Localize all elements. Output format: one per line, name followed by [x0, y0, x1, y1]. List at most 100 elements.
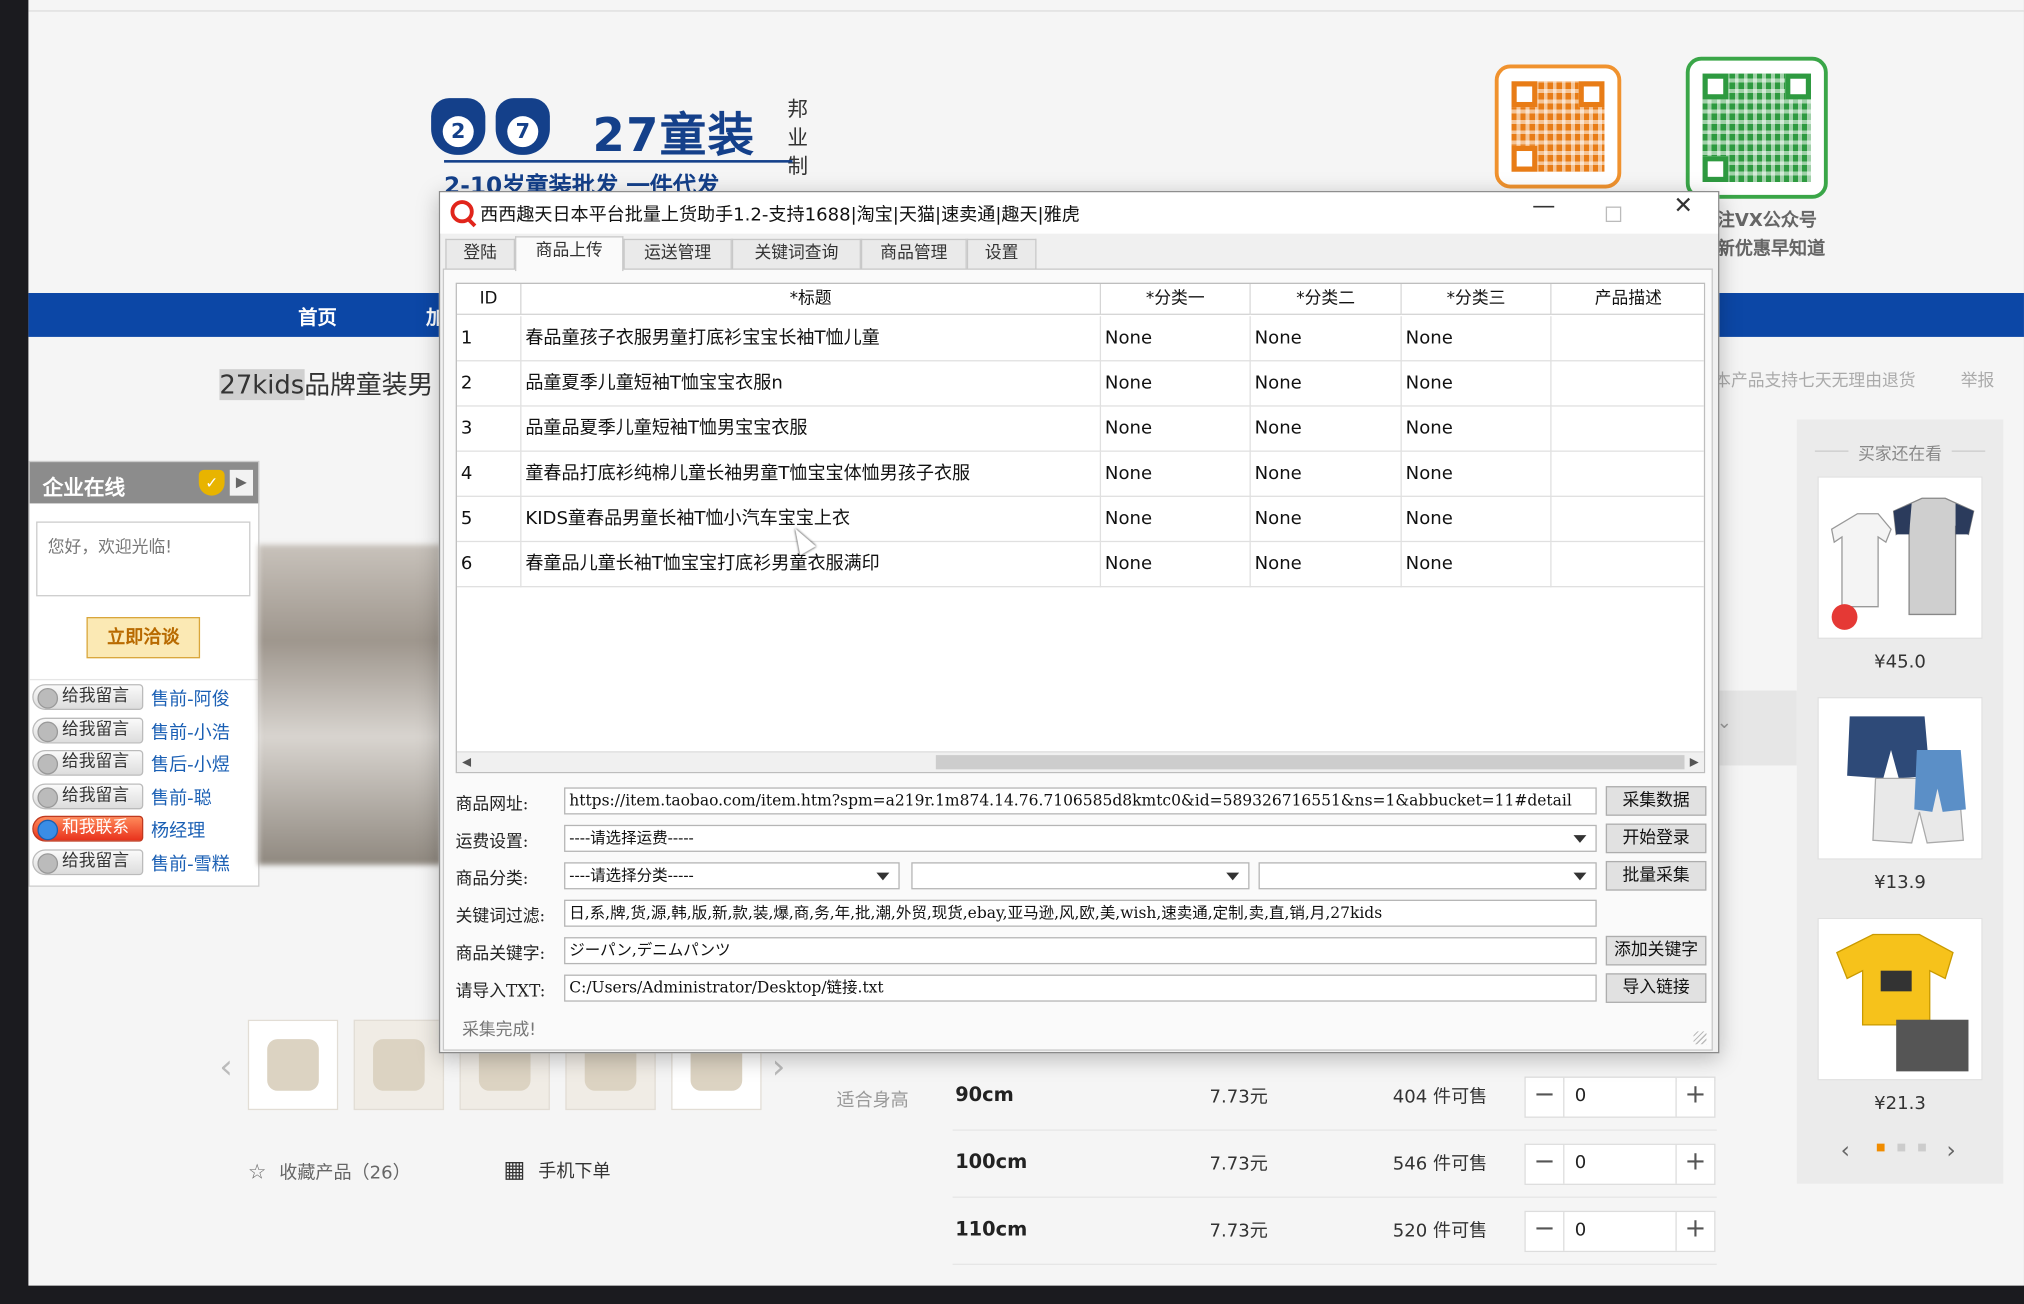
- message-button[interactable]: 给我留言: [32, 848, 144, 875]
- table-cell-c3[interactable]: None: [1402, 496, 1552, 543]
- table-cell-id[interactable]: 3: [457, 406, 522, 452]
- batch-collect-button[interactable]: 批量采集: [1605, 860, 1707, 891]
- table-row[interactable]: 4 童春品打底衫纯棉儿童长袖男童T恤宝宝体恤男孩子衣服 None None None: [456, 451, 1704, 497]
- resize-grip[interactable]: [1693, 1031, 1707, 1045]
- tab-1[interactable]: 商品上传: [515, 236, 624, 272]
- table-cell-c1[interactable]: None: [1101, 451, 1251, 497]
- table-cell-title[interactable]: 品童夏季儿童短袖T恤宝宝衣服n: [521, 361, 1102, 407]
- scroll-right-icon[interactable]: ▶: [1690, 753, 1699, 772]
- table-cell-c1[interactable]: None: [1101, 496, 1251, 543]
- message-button[interactable]: 给我留言: [32, 782, 144, 809]
- table-cell-c2[interactable]: None: [1251, 361, 1402, 407]
- tab-3[interactable]: 关键词查询: [731, 238, 861, 270]
- reco-item-image[interactable]: [1817, 917, 1983, 1081]
- minus-icon[interactable]: −: [1526, 1144, 1565, 1184]
- table-row[interactable]: 5 KIDS童春品男童长袖T恤小汽车宝宝上衣 None None None: [456, 496, 1704, 543]
- thumb-prev-icon[interactable]: ‹: [219, 1048, 232, 1087]
- table-cell-c1[interactable]: None: [1101, 542, 1251, 588]
- scrollbar-thumb[interactable]: [935, 755, 1685, 770]
- staff-name[interactable]: 售后-小煜: [151, 751, 230, 777]
- reco-item-image[interactable]: [1817, 697, 1983, 860]
- keyword-filter-input[interactable]: 日,系,牌,货,源,韩,版,新,款,装,爆,商,务,年,批,潮,外贸,现货,eb…: [564, 899, 1597, 927]
- category-select-1[interactable]: ----请选择分类-----: [564, 862, 900, 890]
- minimize-button[interactable]: —: [1509, 192, 1579, 233]
- column-header[interactable]: ID: [456, 283, 522, 315]
- table-cell-c2[interactable]: None: [1251, 496, 1402, 543]
- plus-icon[interactable]: +: [1675, 1212, 1714, 1251]
- horizontal-scrollbar[interactable]: ◀ ▶: [456, 751, 1704, 772]
- column-header[interactable]: *标题: [521, 283, 1102, 315]
- table-cell-title[interactable]: KIDS童春品男童长袖T恤小汽车宝宝上衣: [521, 496, 1102, 543]
- add-keyword-button[interactable]: 添加关键字: [1605, 935, 1707, 966]
- category-select-3[interactable]: [1258, 862, 1597, 890]
- plus-icon[interactable]: +: [1675, 1144, 1714, 1184]
- table-row[interactable]: 1 春品童孩子衣服男童打底衫宝宝长袖T恤儿童 None None None: [456, 316, 1704, 362]
- url-input[interactable]: https://item.taobao.com/item.htm?spm=a21…: [564, 787, 1597, 815]
- chat-now-button[interactable]: 立即洽谈: [86, 617, 201, 659]
- report-link[interactable]: 举报: [1961, 367, 1995, 391]
- staff-name[interactable]: 售前-聪: [151, 784, 212, 810]
- message-button[interactable]: 给我留言: [32, 717, 144, 743]
- reco-item-image[interactable]: [1817, 476, 1983, 639]
- table-cell-c3[interactable]: None: [1402, 542, 1552, 588]
- staff-name[interactable]: 售前-阿俊: [151, 685, 230, 711]
- tab-0[interactable]: 登陆: [445, 238, 516, 270]
- reco-next-icon[interactable]: ›: [1947, 1137, 1956, 1164]
- close-button[interactable]: ✕: [1648, 192, 1718, 233]
- table-cell-title[interactable]: 童春品打底衫纯棉儿童长袖男童T恤宝宝体恤男孩子衣服: [521, 451, 1102, 497]
- table-cell-title[interactable]: 春品童孩子衣服男童打底衫宝宝长袖T恤儿童: [521, 316, 1102, 362]
- table-cell-desc[interactable]: [1552, 542, 1704, 587]
- product-keyword-input[interactable]: ジーパン,デニムパンツ: [564, 937, 1597, 965]
- minus-icon[interactable]: −: [1526, 1212, 1565, 1251]
- tab-4[interactable]: 商品管理: [860, 238, 967, 270]
- category-select-2[interactable]: [911, 862, 1250, 890]
- maximize-button[interactable]: [1579, 192, 1649, 233]
- table-cell-c2[interactable]: None: [1251, 451, 1402, 497]
- collapse-arrow-icon[interactable]: ▶: [229, 469, 253, 496]
- staff-name[interactable]: 售前-小浩: [151, 718, 230, 744]
- product-thumbnail[interactable]: [353, 1019, 445, 1111]
- window-titlebar[interactable]: 西西趣天日本平台批量上货助手1.2-支持1688|淘宝|天猫|速卖通|趣天|雅虎…: [440, 192, 1719, 234]
- start-login-button[interactable]: 开始登录: [1605, 823, 1707, 854]
- import-links-button[interactable]: 导入链接: [1605, 973, 1707, 1003]
- table-cell-title[interactable]: 品童品夏季儿童短袖T恤男宝宝衣服: [521, 406, 1102, 452]
- table-cell-id[interactable]: 2: [457, 361, 522, 407]
- table-cell-c3[interactable]: None: [1402, 451, 1552, 497]
- table-cell-c2[interactable]: None: [1251, 406, 1402, 452]
- table-row[interactable]: 3 品童品夏季儿童短袖T恤男宝宝衣服 None None None: [456, 406, 1704, 452]
- staff-name[interactable]: 售前-雪糕: [151, 850, 230, 876]
- table-cell-c1[interactable]: None: [1101, 406, 1251, 452]
- staff-name[interactable]: 杨经理: [151, 817, 205, 843]
- table-cell-c1[interactable]: None: [1101, 361, 1251, 407]
- thumb-next-icon[interactable]: ›: [772, 1048, 785, 1087]
- message-button[interactable]: 给我留言: [32, 684, 144, 710]
- message-button[interactable]: 给我留言: [32, 749, 144, 776]
- table-cell-desc[interactable]: [1552, 407, 1704, 452]
- column-header[interactable]: *分类三: [1401, 283, 1552, 315]
- table-cell-c3[interactable]: None: [1402, 316, 1552, 362]
- table-cell-id[interactable]: 4: [457, 451, 522, 497]
- shipping-select[interactable]: ----请选择运费-----: [564, 824, 1597, 852]
- table-cell-id[interactable]: 6: [457, 542, 522, 588]
- quantity-input[interactable]: 0: [1575, 1220, 1587, 1241]
- table-cell-id[interactable]: 1: [457, 316, 522, 362]
- minus-icon[interactable]: −: [1526, 1077, 1565, 1117]
- nav-home[interactable]: 首页: [298, 303, 337, 330]
- table-cell-c3[interactable]: None: [1402, 361, 1552, 407]
- quantity-input[interactable]: 0: [1575, 1153, 1587, 1174]
- message-button[interactable]: 和我联系: [32, 815, 144, 842]
- table-cell-title[interactable]: 春童品儿童长袖T恤宝宝打底衫男童衣服满印: [521, 542, 1102, 588]
- tab-2[interactable]: 运送管理: [623, 238, 732, 270]
- mobile-order[interactable]: ▦ 手机下单: [503, 1157, 610, 1184]
- table-cell-c3[interactable]: None: [1402, 406, 1552, 452]
- import-txt-input[interactable]: C:/Users/Administrator/Desktop/链接.txt: [564, 974, 1597, 1002]
- product-thumbnail[interactable]: [247, 1019, 339, 1111]
- table-cell-c1[interactable]: None: [1101, 316, 1251, 362]
- table-cell-c2[interactable]: None: [1251, 542, 1402, 588]
- table-cell-c2[interactable]: None: [1251, 316, 1402, 362]
- tab-5[interactable]: 设置: [966, 238, 1037, 270]
- favorite-product[interactable]: ☆ 收藏产品（26）: [248, 1159, 411, 1185]
- table-cell-desc[interactable]: [1552, 497, 1704, 542]
- reco-prev-icon[interactable]: ‹: [1841, 1137, 1850, 1164]
- table-cell-desc[interactable]: [1552, 361, 1704, 406]
